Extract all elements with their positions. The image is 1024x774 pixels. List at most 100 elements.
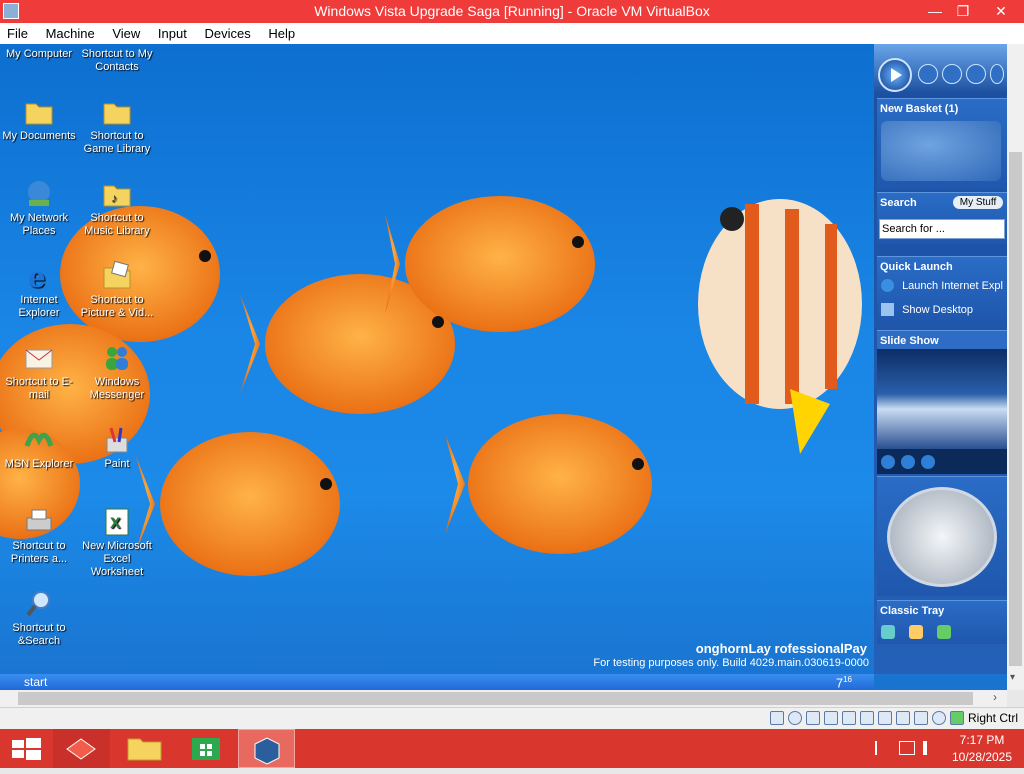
desktop-icon-search[interactable]: Shortcut to &Search [0, 588, 78, 648]
guest-start-button[interactable]: start [4, 675, 47, 689]
horizontal-scrollbar[interactable]: › [0, 690, 1007, 707]
action-center-flag-icon[interactable] [875, 741, 889, 755]
menu-file[interactable]: File [0, 23, 35, 41]
desktop-icon-email[interactable]: Shortcut to E-mail [0, 342, 78, 402]
icon-label: Shortcut to Printers a... [10, 540, 68, 565]
host-time: 7:17 PM [959, 733, 1005, 747]
menu-help[interactable]: Help [261, 23, 302, 41]
icon-label: Shortcut to My Contacts [81, 48, 153, 73]
slide-show-title: Slide Show [877, 331, 1007, 351]
scroll-right-arrow[interactable]: › [993, 690, 997, 704]
desktop-icon-music-library[interactable]: ♪ Shortcut to Music Library [78, 178, 156, 238]
tray-msn-icon[interactable] [937, 625, 951, 639]
rewind-button[interactable] [942, 64, 962, 84]
taskbar-file-explorer[interactable] [116, 729, 173, 768]
cpu-icon[interactable] [932, 711, 946, 725]
email-icon [23, 342, 55, 374]
desktop-icon-pictures[interactable]: Shortcut to Picture & Vid... [78, 260, 156, 320]
windows-start-button[interactable] [0, 729, 57, 768]
menu-view[interactable]: View [105, 23, 147, 41]
host-clock[interactable]: 7:17 PM 10/28/2025 [944, 732, 1020, 766]
eject-button[interactable] [918, 64, 938, 84]
analog-clock [887, 487, 997, 587]
windows-logo-icon [12, 738, 41, 760]
slide-image [877, 349, 1007, 449]
forward-button[interactable] [966, 64, 986, 84]
guest-desktop[interactable]: My Computer My Documents My Network Plac… [0, 44, 1007, 690]
classic-tray-panel: Classic Tray [877, 600, 1007, 644]
taskbar-virtualbox[interactable] [238, 729, 295, 768]
clock-panel[interactable] [877, 476, 1007, 596]
clock-min: 16 [843, 675, 852, 684]
desktop-icon-contacts[interactable]: Shortcut to My Contacts [78, 48, 156, 74]
network-adapter-icon[interactable] [824, 711, 838, 725]
internet-explorer-icon: e [23, 260, 55, 294]
menu-devices[interactable]: Devices [197, 23, 257, 41]
video-capture-icon[interactable] [896, 711, 910, 725]
desktop-icon-excel-worksheet[interactable]: X New Microsoft Excel Worksheet [78, 506, 156, 579]
network-tray-icon[interactable] [899, 741, 915, 755]
desktop-icon-internet-explorer[interactable]: e Internet Explorer [0, 260, 78, 320]
volume-button[interactable] [990, 64, 1004, 84]
desktop-icon-my-computer[interactable]: My Computer [0, 48, 78, 61]
desktop-icon-msn-explorer[interactable]: MSN Explorer [0, 424, 78, 471]
taskbar-app-1[interactable] [53, 729, 110, 768]
scroll-down-arrow[interactable]: ▾ [1010, 672, 1015, 683]
window-title-bar[interactable]: Windows Vista Upgrade Saga [Running] - O… [0, 0, 1024, 23]
desktop-icon-paint[interactable]: Paint [78, 424, 156, 471]
close-button[interactable]: ✕ [978, 0, 1024, 23]
desktop-icon-my-documents[interactable]: My Documents [0, 96, 78, 143]
virtualization-icon[interactable] [914, 711, 928, 725]
display-icon[interactable] [878, 711, 892, 725]
horizontal-scroll-thumb[interactable] [18, 692, 973, 705]
minimize-button[interactable]: — [920, 0, 950, 23]
desktop-icon-printers[interactable]: Shortcut to Printers a... [0, 506, 78, 566]
slide-show-panel[interactable]: Slide Show [877, 330, 1007, 474]
shared-folders-icon[interactable] [860, 711, 874, 725]
tray-network-icon[interactable] [881, 625, 895, 639]
volume-muted-icon[interactable] [923, 741, 937, 755]
vertical-scroll-thumb[interactable] [1009, 152, 1022, 666]
icon-label: Shortcut to Picture & Vid... [80, 294, 154, 319]
icon-label: Shortcut to Game Library [83, 130, 151, 155]
desktop-icon-windows-messenger[interactable]: Windows Messenger [78, 342, 156, 402]
build-watermark-title: onghornLay rofessionalPay [695, 641, 867, 656]
hard-disk-icon[interactable] [770, 711, 784, 725]
host-key-label: Right Ctrl [968, 711, 1019, 725]
desktop-icon-network-places[interactable]: My Network Places [0, 178, 78, 238]
search-panel: Search My Stuff Search for ... [877, 192, 1007, 244]
quick-launch-panel: Quick Launch Launch Internet Expl Show D… [877, 256, 1007, 322]
show-desktop-item[interactable]: Show Desktop [881, 303, 1007, 321]
pause-icon[interactable] [881, 455, 895, 469]
menu-machine[interactable]: Machine [39, 23, 102, 41]
pictures-folder-icon [101, 260, 133, 292]
restore-button[interactable]: ❐ [948, 0, 978, 23]
msn-icon [23, 424, 55, 456]
icon-label: My Computer [5, 48, 73, 60]
clock-hour: 7 [835, 675, 844, 690]
my-stuff-button[interactable]: My Stuff [953, 196, 1003, 209]
launch-ie-item[interactable]: Launch Internet Expl [881, 279, 1007, 297]
taskbar-store[interactable] [178, 729, 235, 768]
icon-label: Shortcut to E-mail [5, 376, 73, 401]
play-button[interactable] [878, 58, 912, 92]
icon-label: MSN Explorer [4, 458, 74, 470]
sidebar-search-input[interactable]: Search for ... [879, 219, 1005, 239]
icon-label: Windows Messenger [89, 376, 145, 401]
optical-drive-icon[interactable] [788, 711, 802, 725]
window-title: Windows Vista Upgrade Saga [Running] - O… [314, 3, 710, 19]
next-icon[interactable] [921, 455, 935, 469]
search-icon [23, 588, 55, 620]
paint-icon [101, 424, 133, 456]
tray-messenger-icon[interactable] [909, 625, 923, 639]
basket-panel[interactable]: New Basket (1) [877, 98, 1007, 190]
usb-icon[interactable] [842, 711, 856, 725]
desktop-icon-game-library[interactable]: Shortcut to Game Library [78, 96, 156, 156]
menu-input[interactable]: Input [151, 23, 194, 41]
host-date: 10/28/2025 [951, 750, 1013, 764]
mouse-integration-icon[interactable] [950, 711, 964, 725]
previous-icon[interactable] [901, 455, 915, 469]
audio-icon[interactable] [806, 711, 820, 725]
virtualbox-status-bar: Right Ctrl [0, 707, 1024, 729]
vertical-scrollbar[interactable]: ▾ [1007, 44, 1024, 690]
